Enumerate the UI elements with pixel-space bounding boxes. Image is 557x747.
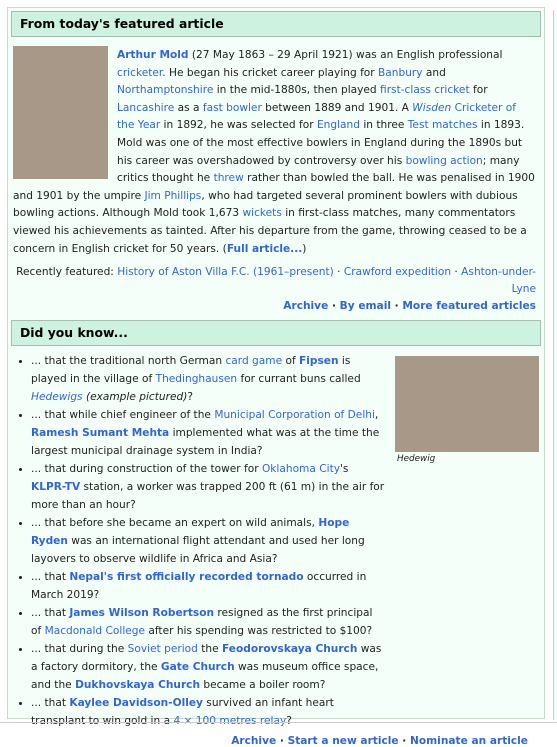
bottom-divider bbox=[0, 722, 557, 723]
list-item: ... that Nepal's first officially record… bbox=[13, 568, 385, 604]
list-item: ... that the traditional north German ca… bbox=[13, 352, 385, 406]
list-item: ... that while chief engineer of the Mun… bbox=[13, 406, 385, 460]
recent-link-crawford[interactable]: Crawford expedition bbox=[344, 266, 451, 278]
dyk-header: Did you know... bbox=[11, 320, 541, 347]
start-new-article-link[interactable]: Start a new article bbox=[288, 735, 399, 747]
bullet-icon bbox=[19, 468, 22, 472]
bullet-icon bbox=[19, 414, 22, 418]
cricketer-link[interactable]: cricketer bbox=[117, 67, 162, 79]
gate-church-link[interactable]: Gate Church bbox=[161, 661, 235, 673]
list-item: ... that Kaylee Davidson-Olley survived … bbox=[13, 694, 385, 730]
nominate-article-link[interactable]: Nominate an article bbox=[410, 735, 528, 747]
first-class-cricket-link[interactable]: first-class cricket bbox=[380, 84, 470, 96]
dyk-section: Hedewig ... that the traditional north G… bbox=[8, 346, 544, 747]
list-item: ... that before she became an expert on … bbox=[13, 514, 385, 568]
oklahoma-city-link[interactable]: Oklahoma City bbox=[262, 463, 340, 475]
soviet-period-link[interactable]: Soviet period bbox=[128, 643, 198, 655]
banbury-link[interactable]: Banbury bbox=[378, 67, 423, 79]
thedinghausen-link[interactable]: Thedinghausen bbox=[156, 373, 237, 385]
bullet-icon bbox=[19, 576, 22, 580]
ramesh-mehta-link[interactable]: Ramesh Sumant Mehta bbox=[31, 427, 169, 439]
dyk-footer-links: Archive · Start a new article · Nominate… bbox=[231, 735, 528, 747]
featured-article-header: From today's featured article bbox=[11, 11, 541, 37]
bullet-icon bbox=[19, 522, 22, 526]
recent-link-aston-villa[interactable]: History of Aston Villa F.C. (1961–presen… bbox=[117, 266, 334, 278]
bullet-icon bbox=[19, 360, 22, 364]
full-article-link[interactable]: Full article... bbox=[227, 243, 302, 255]
dukhovskaya-link[interactable]: Dukhovskaya Church bbox=[75, 679, 200, 691]
main-page-left-column: From today's featured article Arthur Mol… bbox=[7, 7, 545, 747]
featured-article-image[interactable] bbox=[13, 46, 108, 179]
archive-link[interactable]: Archive bbox=[283, 300, 328, 312]
dyk-archive-link[interactable]: Archive bbox=[231, 735, 276, 747]
more-featured-link[interactable]: More featured articles bbox=[402, 300, 536, 312]
threw-link[interactable]: threw bbox=[214, 172, 244, 184]
test-matches-link[interactable]: Test matches bbox=[408, 119, 478, 131]
fipsen-link[interactable]: Fipsen bbox=[299, 355, 338, 367]
klpr-tv-link[interactable]: KLPR-TV bbox=[31, 481, 80, 493]
bowling-action-link[interactable]: bowling action bbox=[406, 155, 483, 167]
list-item: ... that during the Soviet period the Fe… bbox=[13, 640, 385, 694]
by-email-link[interactable]: By email bbox=[340, 300, 391, 312]
lancashire-link[interactable]: Lancashire bbox=[117, 102, 174, 114]
list-item: ... that James Wilson Robertson resigned… bbox=[13, 604, 385, 640]
kaylee-link[interactable]: Kaylee Davidson-Olley bbox=[69, 697, 203, 709]
recent-link-ashton[interactable]: Ashton-under-Lyne bbox=[461, 266, 536, 295]
england-link[interactable]: England bbox=[317, 119, 360, 131]
dyk-title: Did you know... bbox=[20, 325, 128, 341]
featured-article-section: Arthur Mold (27 May 1863 – 29 April 1921… bbox=[8, 37, 544, 315]
dyk-image[interactable] bbox=[395, 356, 539, 453]
bullet-icon bbox=[19, 612, 22, 616]
list-item: ... that during construction of the towe… bbox=[13, 460, 385, 514]
macdonald-college-link[interactable]: Macdonald College bbox=[45, 625, 145, 637]
northamptonshire-link[interactable]: Northamptonshire bbox=[117, 84, 213, 96]
hedewigs-link[interactable]: Hedewigs bbox=[31, 391, 83, 403]
bullet-icon bbox=[19, 702, 22, 706]
right-column-edge bbox=[553, 10, 557, 720]
james-robertson-link[interactable]: James Wilson Robertson bbox=[69, 607, 214, 619]
dyk-list: ... that the traditional north German ca… bbox=[13, 352, 385, 730]
card-game-link[interactable]: card game bbox=[225, 355, 282, 367]
featured-article-title: From today's featured article bbox=[20, 16, 224, 31]
subject-link[interactable]: Arthur Mold bbox=[117, 49, 189, 61]
fast-bowler-link[interactable]: fast bowler bbox=[203, 102, 262, 114]
dyk-image-caption: Hedewig bbox=[397, 454, 436, 465]
jim-phillips-link[interactable]: Jim Phillips bbox=[144, 190, 201, 202]
bullet-icon bbox=[19, 648, 22, 652]
nepal-tornado-link[interactable]: Nepal's first officially recorded tornad… bbox=[69, 571, 303, 583]
feodorovskaya-link[interactable]: Feodorovskaya Church bbox=[222, 643, 357, 655]
featured-footer-links: Archive · By email · More featured artic… bbox=[283, 300, 536, 313]
mcd-link[interactable]: Municipal Corporation of Delhi bbox=[214, 409, 375, 421]
wickets-link[interactable]: wickets bbox=[242, 207, 281, 219]
recently-featured: Recently featured: History of Aston Vill… bbox=[16, 266, 536, 296]
